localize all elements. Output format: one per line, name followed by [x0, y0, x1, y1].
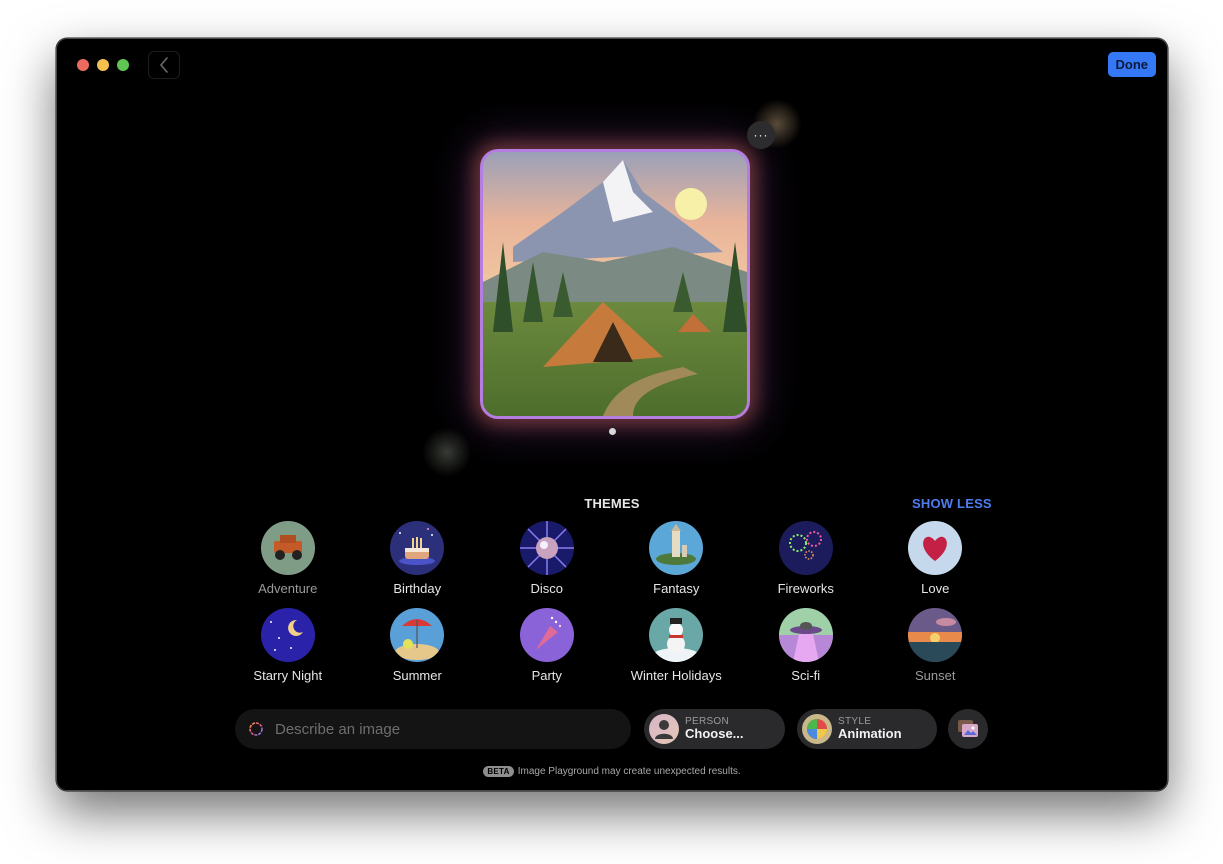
- theme-sci-fi[interactable]: Sci-fi: [741, 608, 871, 683]
- party-popper-icon: [519, 608, 574, 662]
- castle-island-icon: [649, 521, 704, 575]
- campsite-illustration: [483, 152, 747, 416]
- theme-fantasy[interactable]: Fantasy: [612, 521, 742, 596]
- back-button[interactable]: [148, 51, 180, 79]
- theme-label: Starry Night: [253, 668, 323, 683]
- ellipsis-icon: ···: [753, 128, 769, 142]
- theme-winter-holidays[interactable]: Winter Holidays: [612, 608, 742, 683]
- beta-disclaimer: BETA Image Playground may create unexpec…: [57, 766, 1167, 777]
- beach-umbrella-icon: [390, 608, 445, 662]
- theme-love[interactable]: Love: [871, 521, 1001, 596]
- minimize-window-button[interactable]: [97, 59, 109, 71]
- theme-label: Fantasy: [653, 581, 700, 596]
- theme-label: Fireworks: [777, 581, 834, 596]
- themes-grid: Adventure Birthday Disco Fantasy Firewor…: [223, 521, 999, 683]
- theme-fireworks[interactable]: Fireworks: [741, 521, 871, 596]
- show-less-link[interactable]: SHOW LESS: [912, 496, 992, 511]
- birthday-cake-icon: [390, 521, 445, 575]
- theme-label: Party: [531, 668, 562, 683]
- apple-intelligence-icon: [249, 722, 263, 736]
- style-value: Animation: [838, 726, 902, 742]
- ufo-icon: [778, 608, 833, 662]
- photo-gallery-button[interactable]: [948, 709, 988, 749]
- themes-heading: THEMES: [584, 496, 640, 511]
- snowman-icon: [649, 608, 704, 662]
- generated-image[interactable]: [480, 149, 750, 419]
- style-picker-button[interactable]: STYLE Animation: [797, 709, 937, 749]
- person-value: Choose...: [685, 726, 744, 742]
- image-playground-window: Done ··· THEMES SHOW LESS Adventure Birt…: [56, 38, 1168, 791]
- theme-label: Birthday: [393, 581, 442, 596]
- glow-decoration: [422, 427, 472, 477]
- heart-balloon-icon: [908, 521, 963, 575]
- disclaimer-text: Image Playground may create unexpected r…: [517, 766, 741, 777]
- sunset-icon: [908, 608, 963, 662]
- fireworks-icon: [778, 521, 833, 575]
- moon-stars-icon: [260, 608, 315, 662]
- jeep-icon: [260, 521, 315, 575]
- theme-summer[interactable]: Summer: [353, 608, 483, 683]
- theme-label: Sci-fi: [791, 668, 821, 683]
- person-picker-button[interactable]: PERSON Choose...: [644, 709, 785, 749]
- theme-starry-night[interactable]: Starry Night: [223, 608, 353, 683]
- chevron-left-icon: [159, 57, 168, 73]
- beta-badge: BETA: [483, 766, 514, 777]
- describe-image-input[interactable]: [273, 719, 617, 739]
- theme-label: Adventure: [258, 581, 318, 596]
- close-window-button[interactable]: [77, 59, 89, 71]
- theme-label: Summer: [392, 668, 442, 683]
- person-avatar-icon: [649, 714, 679, 744]
- photos-icon: [958, 720, 978, 737]
- theme-label: Love: [921, 581, 950, 596]
- zoom-window-button[interactable]: [117, 59, 129, 71]
- window-controls: [77, 59, 129, 71]
- prompt-field[interactable]: [235, 709, 631, 749]
- style-preview-icon: [802, 714, 832, 744]
- theme-birthday[interactable]: Birthday: [353, 521, 483, 596]
- more-options-button[interactable]: ···: [747, 121, 775, 149]
- disco-ball-icon: [519, 521, 574, 575]
- theme-label: Winter Holidays: [630, 668, 722, 683]
- done-button[interactable]: Done: [1107, 52, 1156, 77]
- theme-label: Sunset: [915, 668, 956, 683]
- theme-sunset[interactable]: Sunset: [871, 608, 1001, 683]
- theme-label: Disco: [530, 581, 563, 596]
- page-indicator-dot[interactable]: [609, 428, 616, 435]
- theme-adventure[interactable]: Adventure: [223, 521, 353, 596]
- theme-party[interactable]: Party: [482, 608, 612, 683]
- theme-disco[interactable]: Disco: [482, 521, 612, 596]
